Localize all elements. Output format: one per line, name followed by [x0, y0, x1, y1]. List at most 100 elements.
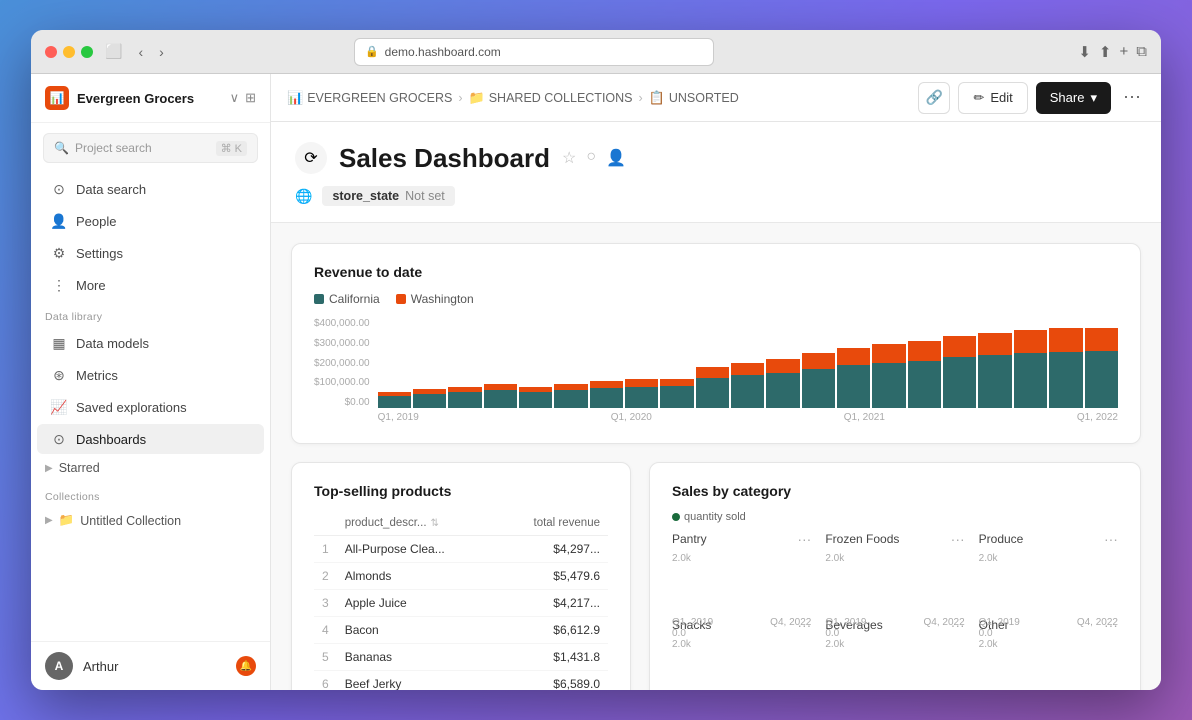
y-high-label: 2.0k: [825, 639, 844, 650]
minimize-button[interactable]: [63, 46, 75, 58]
bar-group: [766, 318, 799, 408]
table-row: 2 Almonds $5,479.6: [314, 563, 608, 590]
y-high-label: 2.0k: [672, 553, 691, 564]
close-button[interactable]: [45, 46, 57, 58]
breadcrumb-item-unsorted[interactable]: 📋 UNSORTED: [649, 90, 739, 106]
saved-explorations-label: Saved explorations: [76, 400, 187, 415]
untitled-collection-item[interactable]: ▶ 📁 Untitled Collection: [31, 507, 270, 534]
maximize-button[interactable]: [81, 46, 93, 58]
metrics-label: Metrics: [76, 368, 118, 383]
sidebar-item-dashboards[interactable]: ⊙ Dashboards: [37, 424, 264, 454]
bar-orange: [660, 379, 693, 386]
starred-section[interactable]: ▶ Starred: [31, 455, 270, 481]
bar-orange: [731, 363, 764, 375]
row-num: 4: [314, 617, 337, 644]
sidebar-item-data-search[interactable]: ⊙ Data search: [37, 174, 264, 204]
bar-teal: [590, 388, 623, 408]
back-button[interactable]: ‹: [134, 42, 147, 62]
star-icon[interactable]: ☆: [562, 148, 576, 168]
bar-teal: [802, 369, 835, 408]
category-sparkline: 2.0k Q1, 2019 Q4, 2022 0.0: [672, 553, 811, 603]
sort-icon[interactable]: ⇅: [431, 518, 439, 529]
chevron-down-icon[interactable]: ∨: [230, 90, 240, 106]
data-library-label: Data library: [31, 301, 270, 327]
person-icon[interactable]: 👤: [606, 148, 626, 168]
breadcrumb-item-shared[interactable]: 📁 SHARED COLLECTIONS: [469, 90, 633, 106]
bar-group: [378, 318, 411, 408]
product-name: Bacon: [337, 617, 496, 644]
bar-teal: [413, 394, 446, 408]
breadcrumb-sep-2: ›: [639, 91, 643, 105]
filter-row: 🌐 store_state Not set: [295, 186, 1137, 210]
legend-washington: Washington: [396, 292, 474, 306]
brand-name: Evergreen Grocers: [77, 91, 222, 106]
x-end-label: Q4, 2022: [924, 617, 965, 628]
chart-legend: California Washington: [314, 292, 1118, 306]
bar-group: [837, 318, 870, 408]
circle-icon[interactable]: ○: [586, 148, 596, 168]
folder-icon: 📁: [469, 90, 485, 106]
share-button[interactable]: Share ▾: [1036, 82, 1111, 114]
tabs-icon[interactable]: ⧉: [1136, 43, 1147, 61]
x-label-3: Q1, 2021: [844, 412, 885, 423]
y-axis-labels: $400,000.00 $300,000.00 $200,000.00 $100…: [314, 318, 378, 408]
x-axis-labels: Q1, 2019 Q1, 2020 Q1, 2021 Q1, 2022: [378, 412, 1118, 423]
address-bar[interactable]: 🔒 demo.hashboard.com: [354, 38, 714, 66]
sidebar-item-saved-explorations[interactable]: 📈 Saved explorations: [37, 392, 264, 422]
category-options-icon[interactable]: ···: [797, 531, 811, 547]
sidebar-item-more[interactable]: ⋮ More: [37, 270, 264, 300]
data-search-icon: ⊙: [51, 181, 67, 197]
saved-explorations-icon: 📈: [51, 399, 67, 415]
avatar: A: [45, 652, 73, 680]
topbar-actions: 🔗 ✏ Edit Share ▾ ⋯: [918, 82, 1145, 114]
revenue-chart-body: $400,000.00 $300,000.00 $200,000.00 $100…: [314, 318, 1118, 423]
unsorted-icon: 📋: [649, 90, 665, 106]
sales-legend: quantity sold: [672, 511, 1118, 523]
sidebar-header: 📊 Evergreen Grocers ∨ ⊞: [31, 74, 270, 123]
sidebar-item-data-models[interactable]: ▦ Data models: [37, 328, 264, 358]
search-icon: 🔍: [54, 141, 69, 155]
dashboard-area: ⟳ Sales Dashboard ☆ ○ 👤 🌐 store_state No…: [271, 122, 1161, 690]
collection-caret-icon: ▶: [45, 515, 53, 526]
more-options-button[interactable]: ⋯: [1119, 87, 1145, 108]
bar-orange: [908, 341, 941, 361]
layout-icon[interactable]: ⊞: [245, 90, 256, 106]
share-page-icon[interactable]: ⬆: [1099, 43, 1112, 61]
bar-teal: [448, 392, 481, 408]
project-search-box[interactable]: 🔍 Project search ⌘ K: [43, 133, 258, 163]
bar-teal: [554, 390, 587, 408]
product-revenue: $6,612.9: [495, 617, 608, 644]
collections-label: Collections: [31, 481, 270, 507]
bar-orange: [837, 348, 870, 365]
x-label-2: Q1, 2020: [611, 412, 652, 423]
sidebar-toggle-button[interactable]: ⬜: [101, 41, 126, 62]
link-button[interactable]: 🔗: [918, 82, 950, 114]
search-shortcut: ⌘ K: [216, 141, 247, 156]
product-revenue: $6,589.0: [495, 671, 608, 691]
edit-button[interactable]: ✏ Edit: [958, 82, 1027, 114]
breadcrumb-item-org[interactable]: 📊 EVERGREEN GROCERS: [287, 90, 452, 106]
y-low-label: 0.0: [825, 628, 839, 639]
y-label-4: $100,000.00: [314, 377, 370, 388]
dashboard-title-icon: ⟳: [295, 142, 327, 174]
bar-group: [943, 318, 976, 408]
sidebar-item-people[interactable]: 👤 People: [37, 206, 264, 236]
y-label-3: $200,000.00: [314, 358, 370, 369]
new-tab-icon[interactable]: +: [1120, 43, 1129, 61]
download-icon[interactable]: ⬇: [1078, 43, 1091, 61]
browser-actions: ⬇ ⬆ + ⧉: [1078, 43, 1147, 61]
forward-button[interactable]: ›: [155, 42, 168, 62]
notifications-icon[interactable]: 🔔: [236, 656, 256, 676]
sidebar-item-metrics[interactable]: ⊛ Metrics: [37, 360, 264, 390]
col-product-header: product_descr... ⇅: [337, 511, 496, 536]
bar-group: [978, 318, 1011, 408]
more-icon: ⋮: [51, 277, 67, 293]
sidebar-item-settings[interactable]: ⚙ Settings: [37, 238, 264, 268]
breadcrumb-sep-1: ›: [458, 91, 462, 105]
category-options-icon[interactable]: ···: [1104, 531, 1118, 547]
bar-group: [554, 318, 587, 408]
product-revenue: $5,479.6: [495, 563, 608, 590]
filter-badge[interactable]: store_state Not set: [322, 186, 454, 206]
x-start-label: Q1, 2019: [672, 617, 713, 628]
category-options-icon[interactable]: ···: [951, 531, 965, 547]
